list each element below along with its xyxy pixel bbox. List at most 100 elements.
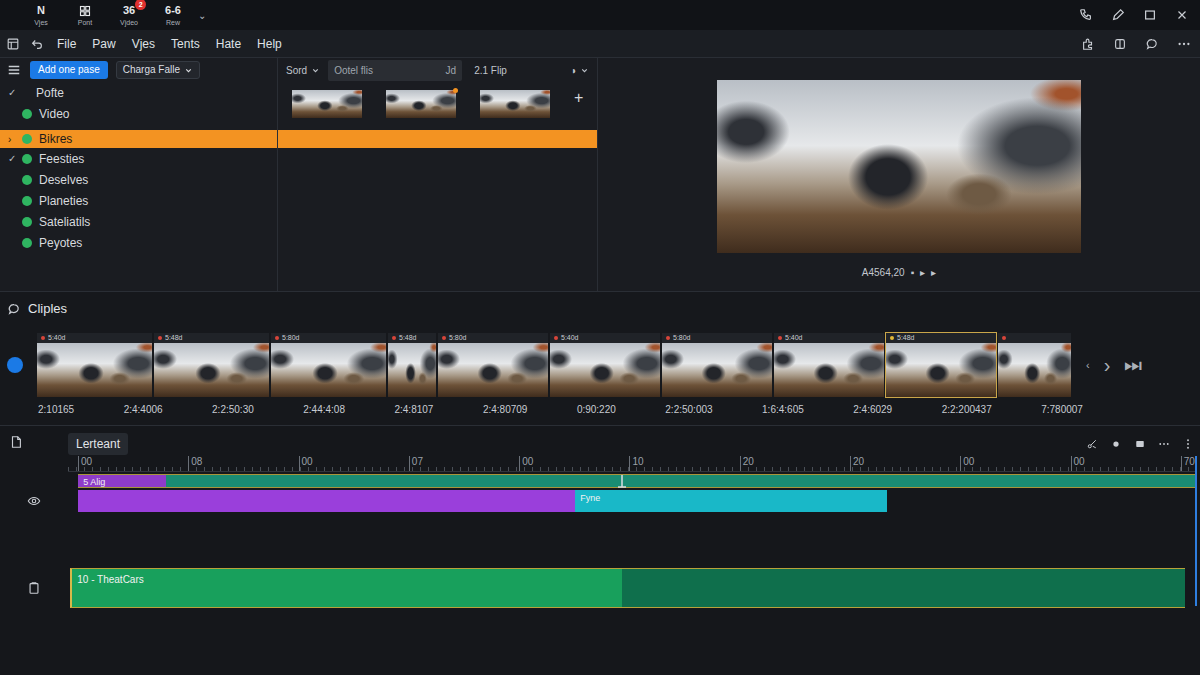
browser-panel: SordOotel flisJd2.1 Flip◑ + xyxy=(278,58,598,291)
title-bar: N Vjes Pont 362Vjdeo 6-6Rew ⌄ xyxy=(0,0,1200,30)
menu-item[interactable]: File xyxy=(53,33,80,55)
clip-thumbnail[interactable]: 5:40d xyxy=(773,332,885,398)
clip-thumbnail[interactable]: 5:48d xyxy=(885,332,997,398)
extension-icon[interactable] xyxy=(1080,36,1096,52)
clip-dot xyxy=(392,336,396,340)
ruler-label: 00 xyxy=(960,456,974,471)
clip-thumbnail[interactable] xyxy=(997,332,1072,398)
playhead[interactable] xyxy=(616,474,628,488)
document-icon[interactable] xyxy=(8,434,24,450)
tree-label: Pofte xyxy=(36,84,64,102)
panel-icon[interactable] xyxy=(1112,36,1128,52)
window-icon[interactable] xyxy=(5,36,21,52)
more-icon[interactable] xyxy=(1176,36,1192,52)
maximize-icon[interactable] xyxy=(1142,7,1158,23)
snap-icon[interactable] xyxy=(1108,436,1124,452)
clip-timecode: 7:780007 xyxy=(1041,402,1083,417)
clip-thumbnail[interactable]: 5:40d xyxy=(549,332,661,398)
clip-dot xyxy=(890,336,894,340)
clip-thumbnail[interactable]: 5:80d xyxy=(270,332,387,398)
app-tab[interactable]: Pont xyxy=(68,4,102,26)
clip-thumbnail[interactable]: 5:48d xyxy=(387,332,437,398)
kebab-icon[interactable] xyxy=(1180,436,1196,452)
transport-button[interactable]: ▸ xyxy=(920,265,925,280)
clip-thumbnail[interactable]: 5:80d xyxy=(437,332,549,398)
close-icon[interactable] xyxy=(1174,7,1190,23)
status-dot xyxy=(22,154,32,164)
pencil-icon[interactable] xyxy=(1110,7,1126,23)
time-ruler[interactable]: 0008000700102020000070 xyxy=(68,456,1195,472)
menu-item[interactable]: Help xyxy=(253,33,286,55)
tree-item[interactable]: Deselves xyxy=(0,169,277,190)
menu-item[interactable]: Vjes xyxy=(128,33,159,55)
sort-dropdown[interactable]: Sord xyxy=(286,63,320,78)
clip-frame xyxy=(438,343,548,397)
timeline-clip[interactable] xyxy=(78,490,575,512)
tree-item[interactable]: Video xyxy=(0,103,277,124)
more-icon[interactable] xyxy=(1156,436,1172,452)
clip-frame xyxy=(271,343,386,397)
menu-item[interactable]: Paw xyxy=(88,33,119,55)
tree-item[interactable]: Peyotes xyxy=(0,232,277,253)
timeline-clip[interactable]: 10 - TheatCars xyxy=(70,568,622,608)
clip-header: 5:48d xyxy=(388,333,436,343)
add-button[interactable]: + xyxy=(574,90,583,106)
media-thumbnail[interactable] xyxy=(386,90,456,118)
clipboard-icon[interactable] xyxy=(26,580,42,596)
timeline-panel: Lerteant 0008000700102020000070 5 AligFy… xyxy=(0,425,1200,675)
selection-highlight xyxy=(278,130,597,148)
menu-item[interactable]: Hate xyxy=(212,33,245,55)
phone-icon[interactable] xyxy=(1078,7,1094,23)
app-glyph-text: 6-6 xyxy=(165,5,181,16)
status-dot xyxy=(22,175,32,185)
app-glyph-text: 36 xyxy=(123,5,135,16)
clip-label: 5:80d xyxy=(282,333,300,343)
tree-item[interactable]: ›Bikres xyxy=(0,130,277,148)
menu-item[interactable]: Tents xyxy=(167,33,204,55)
timeline-clip[interactable]: Fyne xyxy=(575,490,887,512)
record-dot[interactable] xyxy=(7,357,23,373)
preview-frame xyxy=(717,80,1081,253)
eye-icon[interactable] xyxy=(26,493,42,509)
add-button[interactable]: Add one pase xyxy=(30,61,108,79)
timeline-clip[interactable] xyxy=(622,568,1184,608)
clip-label: 5:80d xyxy=(449,333,467,343)
dropdown[interactable]: Charga Falle xyxy=(116,61,200,79)
tree-item[interactable]: ✓Pofte xyxy=(0,82,277,103)
more-button[interactable]: ⌄ xyxy=(198,8,206,23)
transport-button[interactable]: ▪ xyxy=(911,265,915,280)
app-label: Vjes xyxy=(34,19,48,26)
comment-icon[interactable] xyxy=(1144,36,1160,52)
timeline-clip[interactable] xyxy=(166,474,1195,488)
clip-dot xyxy=(1002,336,1006,340)
ruler-label: 00 xyxy=(519,456,533,471)
timeline-tab[interactable]: Lerteant xyxy=(68,433,128,455)
app-tab[interactable]: 362Vjdeo xyxy=(112,4,146,26)
strip-nav-button[interactable]: › xyxy=(1104,355,1111,375)
media-thumbnail[interactable] xyxy=(480,90,550,118)
tree-item[interactable]: ✓Feesties xyxy=(0,148,277,169)
timeline-clip[interactable]: 5 Alig xyxy=(78,474,166,488)
clip-thumbnail[interactable]: 5:40d xyxy=(36,332,153,398)
view-dropdown[interactable]: ◑ xyxy=(570,63,589,78)
clip-thumbnail[interactable]: 5:48d xyxy=(153,332,270,398)
strip-nav-button[interactable]: ‹ xyxy=(1086,357,1090,374)
strip-nav-button[interactable]: ⏭ xyxy=(1124,355,1142,375)
tree-item[interactable]: Planeties xyxy=(0,190,277,211)
undo-icon[interactable] xyxy=(29,36,45,52)
app-tab[interactable]: N Vjes xyxy=(24,4,58,26)
clip-label: 5:48d xyxy=(165,333,183,343)
transport-button[interactable]: ▸ xyxy=(931,265,936,280)
filter-suffix: Jd xyxy=(446,63,457,78)
tree-item[interactable]: Sateliatils xyxy=(0,211,277,232)
app-tab[interactable]: 6-6Rew xyxy=(156,4,190,26)
filter-field[interactable]: Ootel flisJd xyxy=(328,60,462,81)
ruler-label: 00 xyxy=(78,456,92,471)
app-glyph-text: N xyxy=(37,5,45,16)
stop-icon[interactable] xyxy=(1132,436,1148,452)
razor-icon[interactable] xyxy=(1084,436,1100,452)
clip-thumbnail[interactable]: 5:80d xyxy=(661,332,773,398)
hamburger-icon[interactable] xyxy=(6,62,22,78)
media-thumbnail[interactable] xyxy=(292,90,362,118)
preview-panel: A4564,20▪▸▸ xyxy=(598,58,1200,291)
